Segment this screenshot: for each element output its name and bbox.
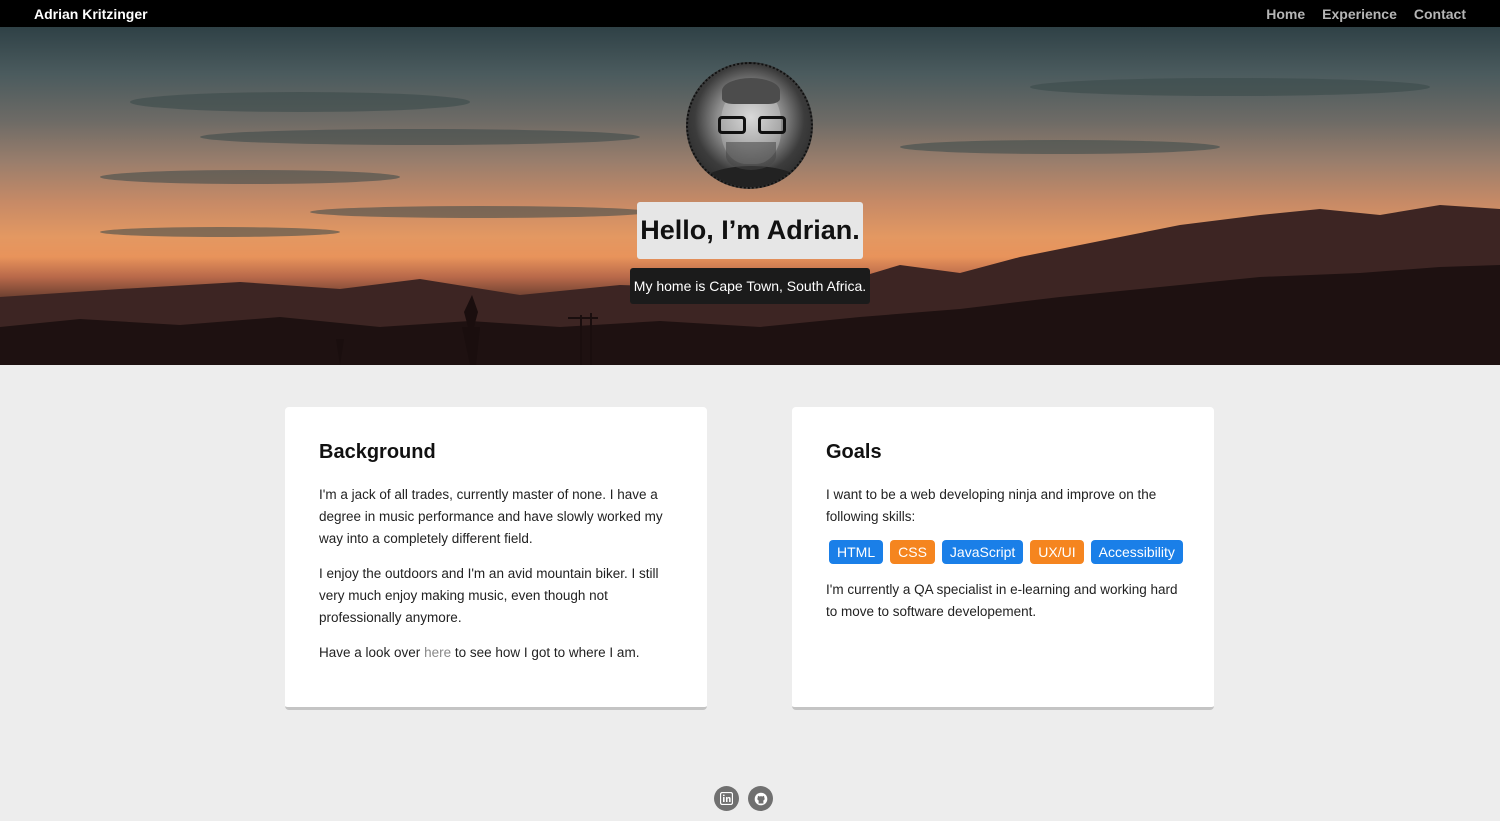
background-heading: Background bbox=[319, 441, 436, 463]
background-card: Background I'm a jack of all trades, cur… bbox=[285, 407, 707, 710]
profile-avatar bbox=[686, 62, 813, 189]
skill-tags: HTML CSS JavaScript UX/UI Accessibility bbox=[829, 540, 1183, 564]
background-paragraph-3: Have a look over here to see how I got t… bbox=[319, 642, 673, 664]
skill-tag-html: HTML bbox=[829, 540, 884, 564]
background-paragraph-2: I enjoy the outdoors and I'm an avid mou… bbox=[319, 566, 659, 625]
experience-here-link[interactable]: here bbox=[424, 645, 451, 660]
hero-title: Hello, I’m Adrian. bbox=[637, 202, 863, 259]
goals-paragraph-2: I'm currently a QA specialist in e-learn… bbox=[826, 582, 1178, 619]
skill-tag-ux-ui: UX/UI bbox=[1030, 540, 1084, 564]
skill-tag-javascript: JavaScript bbox=[941, 540, 1024, 564]
goals-paragraph-1: I want to be a web developing ninja and … bbox=[826, 487, 1157, 524]
github-icon[interactable] bbox=[748, 786, 773, 811]
background-paragraph-1: I'm a jack of all trades, currently mast… bbox=[319, 487, 663, 546]
nav-link-contact[interactable]: Contact bbox=[1414, 6, 1466, 22]
goals-card: Goals I want to be a web developing ninj… bbox=[792, 407, 1214, 710]
hero-subtitle: My home is Cape Town, South Africa. bbox=[630, 268, 870, 304]
skill-tag-accessibility: Accessibility bbox=[1090, 540, 1183, 564]
hero-section: Hello, I’m Adrian. My home is Cape Town,… bbox=[0, 27, 1500, 365]
nav-links: Home Experience Contact bbox=[1266, 6, 1466, 22]
background-p3-after: to see how I got to where I am. bbox=[451, 645, 640, 660]
background-p3-before: Have a look over bbox=[319, 645, 425, 660]
linkedin-icon[interactable] bbox=[714, 786, 739, 811]
brand-link[interactable]: Adrian Kritzinger bbox=[34, 6, 148, 22]
nav-link-home[interactable]: Home bbox=[1266, 6, 1305, 22]
skill-tag-css: CSS bbox=[890, 540, 935, 564]
top-navbar: Adrian Kritzinger Home Experience Contac… bbox=[0, 0, 1500, 27]
footer bbox=[0, 786, 1500, 812]
nav-link-experience[interactable]: Experience bbox=[1322, 6, 1397, 22]
goals-heading: Goals bbox=[826, 441, 882, 463]
